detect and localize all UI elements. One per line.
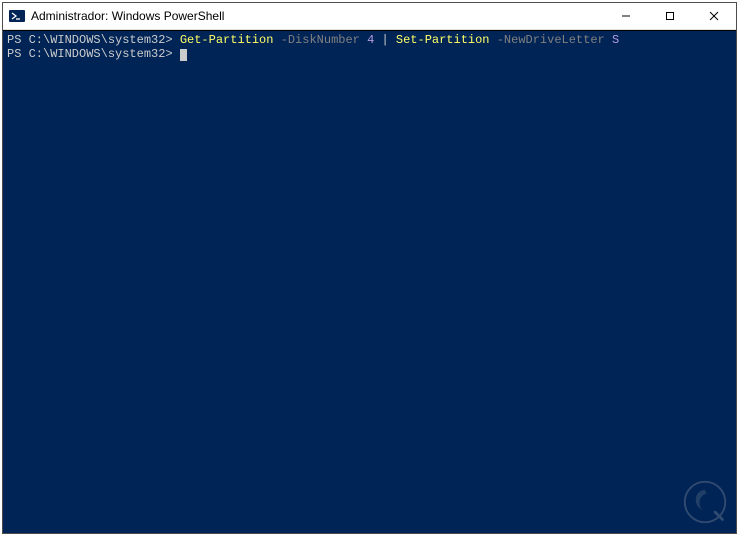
powershell-window: Administrador: Windows PowerShell PS C:\… [2,2,737,534]
watermark-icon [682,479,728,525]
argument: S [612,33,619,47]
close-button[interactable] [692,3,736,29]
console-line: PS C:\WINDOWS\system32> Get-Partition -D… [7,33,732,47]
pipe: | [381,33,388,47]
console-line: PS C:\WINDOWS\system32> [7,47,732,61]
prompt: PS C:\WINDOWS\system32> [7,47,180,61]
window-controls [604,3,736,29]
space [605,33,612,47]
space [490,33,497,47]
titlebar[interactable]: Administrador: Windows PowerShell [3,3,736,30]
minimize-button[interactable] [604,3,648,29]
space [273,33,280,47]
cmdlet: Get-Partition [180,33,274,47]
space [389,33,396,47]
powershell-icon [9,8,25,24]
parameter: -NewDriveLetter [497,33,605,47]
maximize-button[interactable] [648,3,692,29]
cmdlet: Set-Partition [396,33,490,47]
window-title: Administrador: Windows PowerShell [31,9,604,23]
space [360,33,367,47]
prompt: PS C:\WINDOWS\system32> [7,33,180,47]
cursor [180,49,187,61]
parameter: -DiskNumber [281,33,360,47]
console-area[interactable]: PS C:\WINDOWS\system32> Get-Partition -D… [3,30,736,533]
